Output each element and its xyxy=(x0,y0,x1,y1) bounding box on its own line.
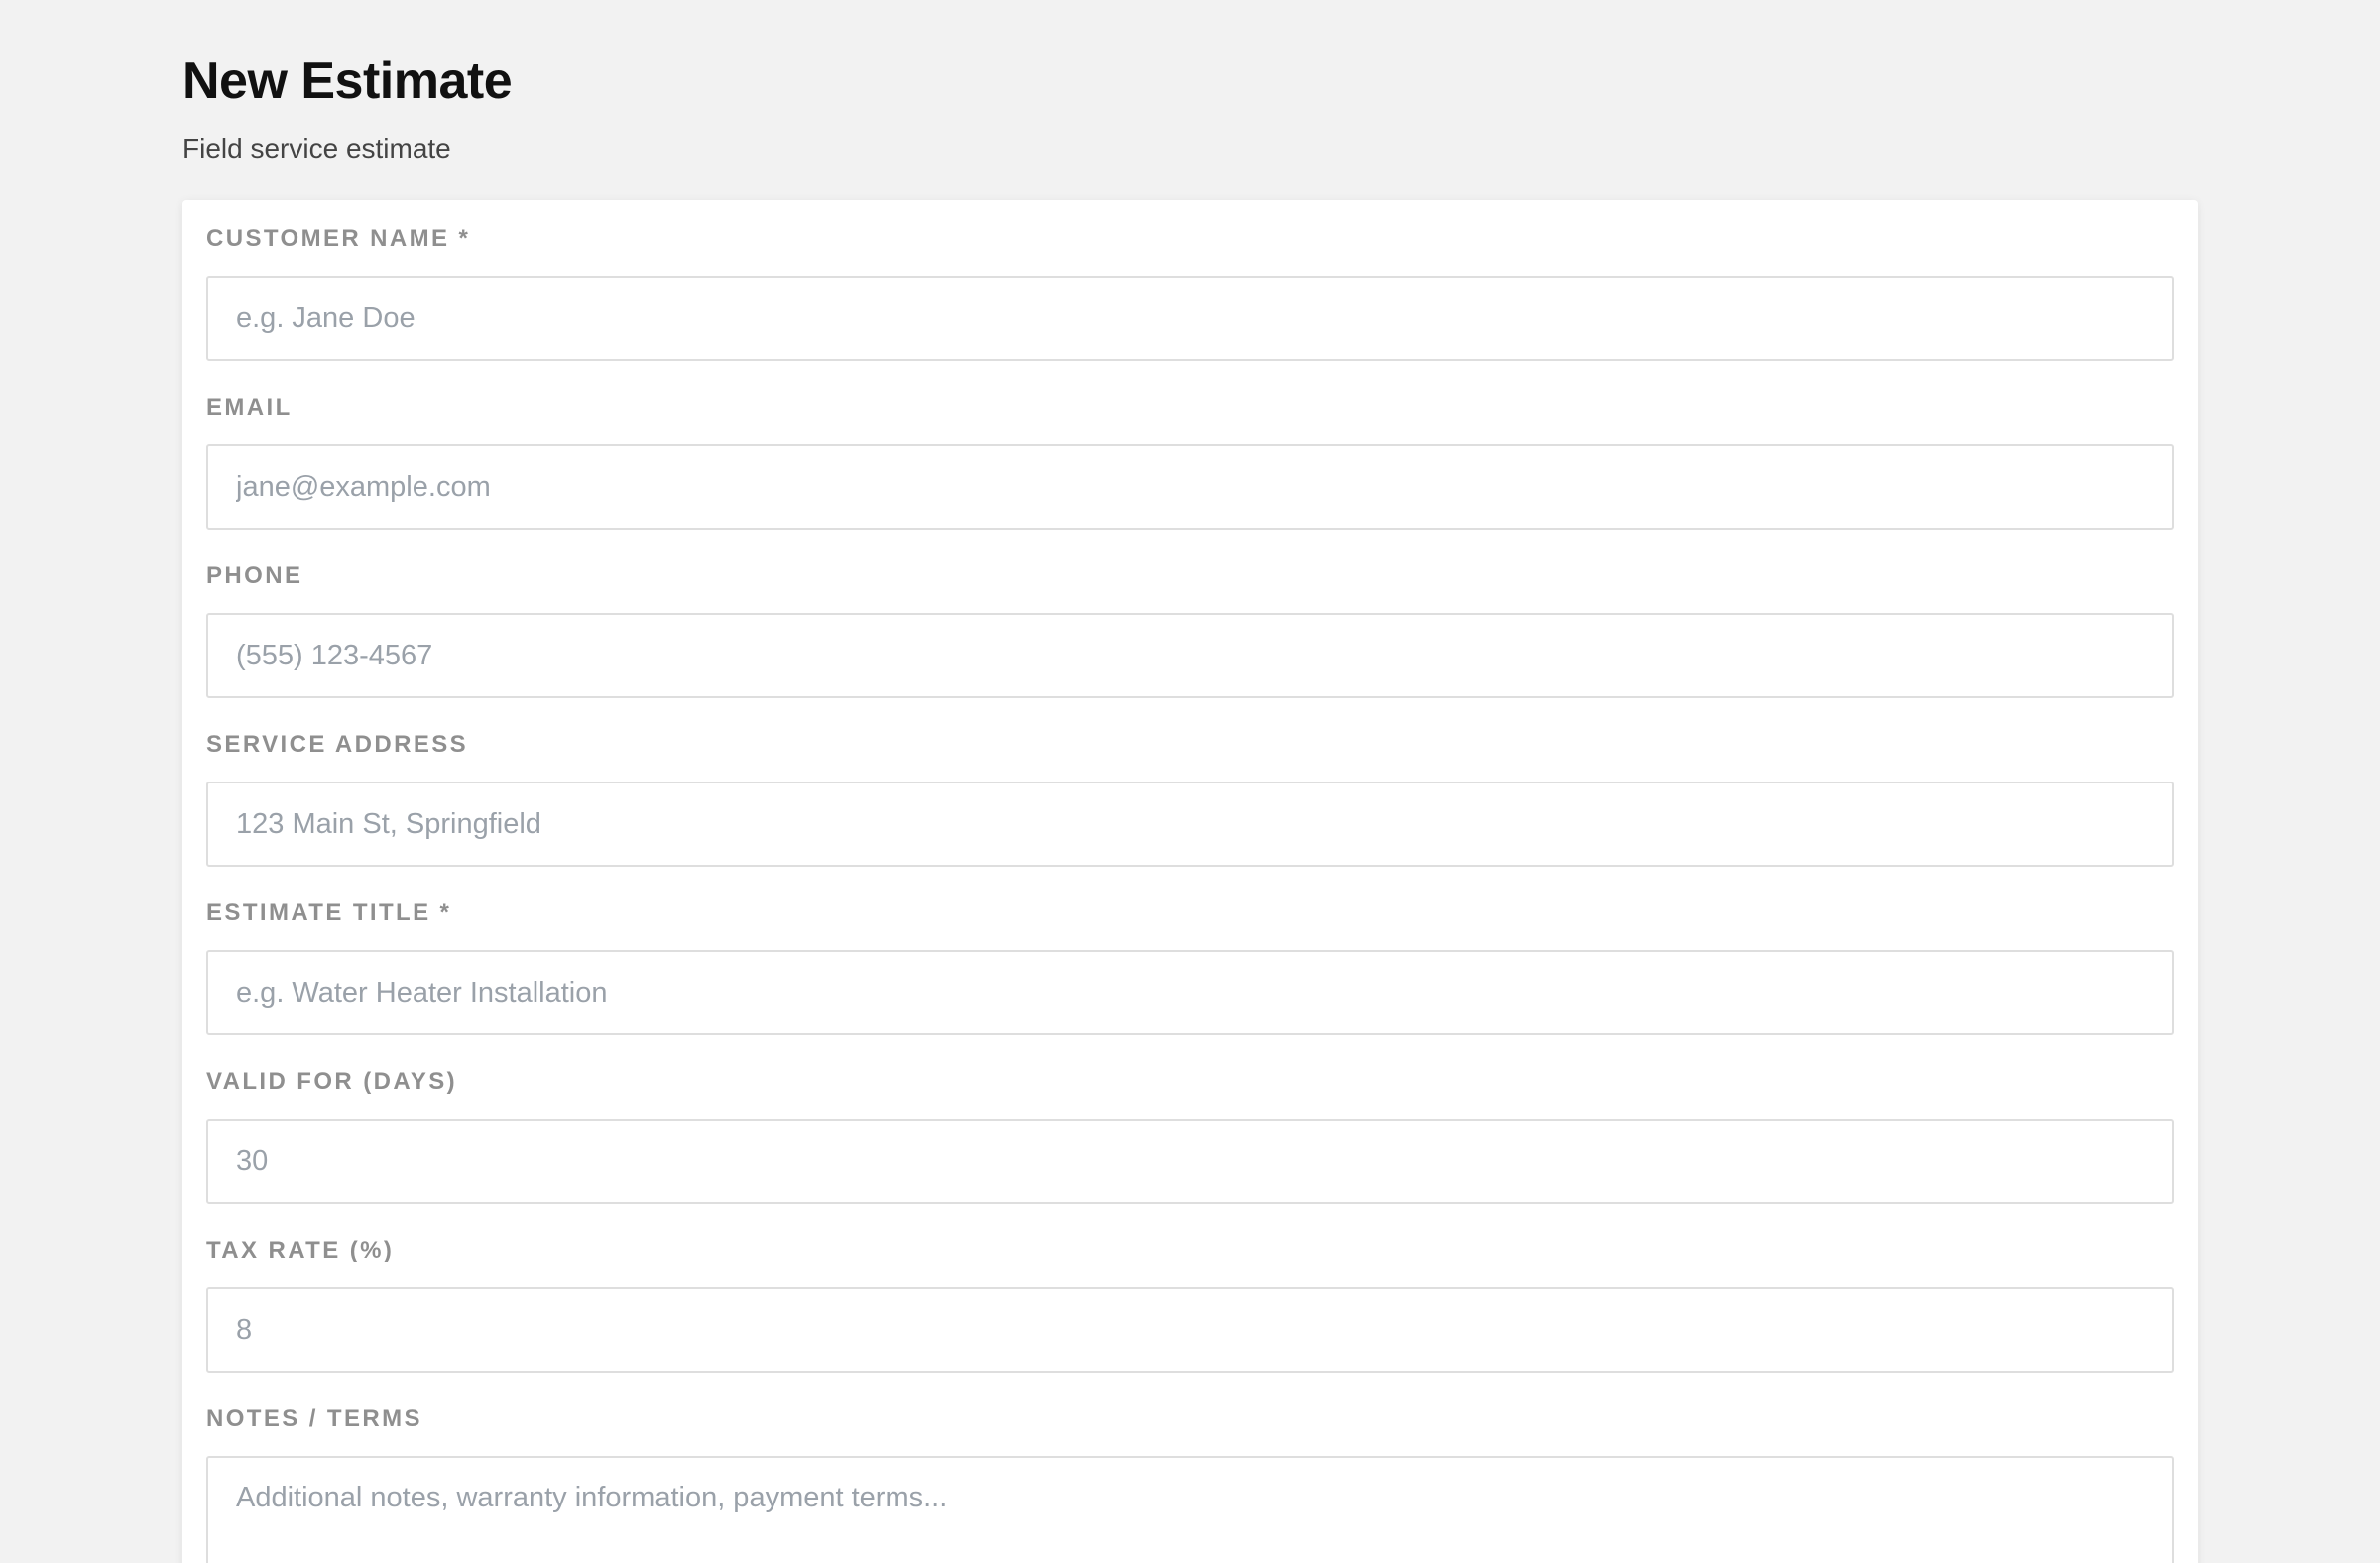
page: New Estimate Field service estimate CUST… xyxy=(0,0,2380,1563)
email-field: EMAIL xyxy=(206,393,2174,530)
notes-terms-label: NOTES / TERMS xyxy=(206,1405,422,1432)
page-subtitle: Field service estimate xyxy=(182,133,451,164)
valid-for-days-input[interactable] xyxy=(206,1119,2174,1204)
estimate-title-input[interactable] xyxy=(206,950,2174,1035)
service-address-input[interactable] xyxy=(206,782,2174,867)
tax-rate-label: TAX RATE (%) xyxy=(206,1237,395,1263)
estimate-title-label: ESTIMATE TITLE * xyxy=(206,900,452,926)
phone-field: PHONE xyxy=(206,561,2174,698)
phone-label: PHONE xyxy=(206,562,303,589)
customer-name-input[interactable] xyxy=(206,276,2174,361)
notes-terms-field: NOTES / TERMS xyxy=(206,1404,2174,1563)
email-input[interactable] xyxy=(206,444,2174,530)
estimate-form-card: CUSTOMER NAME * EMAIL PHONE SERVICE ADDR… xyxy=(182,200,2198,1563)
service-address-label: SERVICE ADDRESS xyxy=(206,731,469,758)
customer-name-label: CUSTOMER NAME * xyxy=(206,225,471,252)
estimate-title-field: ESTIMATE TITLE * xyxy=(206,899,2174,1035)
notes-terms-textarea[interactable] xyxy=(206,1456,2174,1563)
tax-rate-input[interactable] xyxy=(206,1287,2174,1373)
phone-input[interactable] xyxy=(206,613,2174,698)
valid-for-days-label: VALID FOR (DAYS) xyxy=(206,1068,458,1095)
customer-name-field: CUSTOMER NAME * xyxy=(206,224,2174,361)
email-label: EMAIL xyxy=(206,394,293,421)
page-title: New Estimate xyxy=(182,53,513,110)
tax-rate-field: TAX RATE (%) xyxy=(206,1236,2174,1373)
valid-for-days-field: VALID FOR (DAYS) xyxy=(206,1067,2174,1204)
service-address-field: SERVICE ADDRESS xyxy=(206,730,2174,867)
